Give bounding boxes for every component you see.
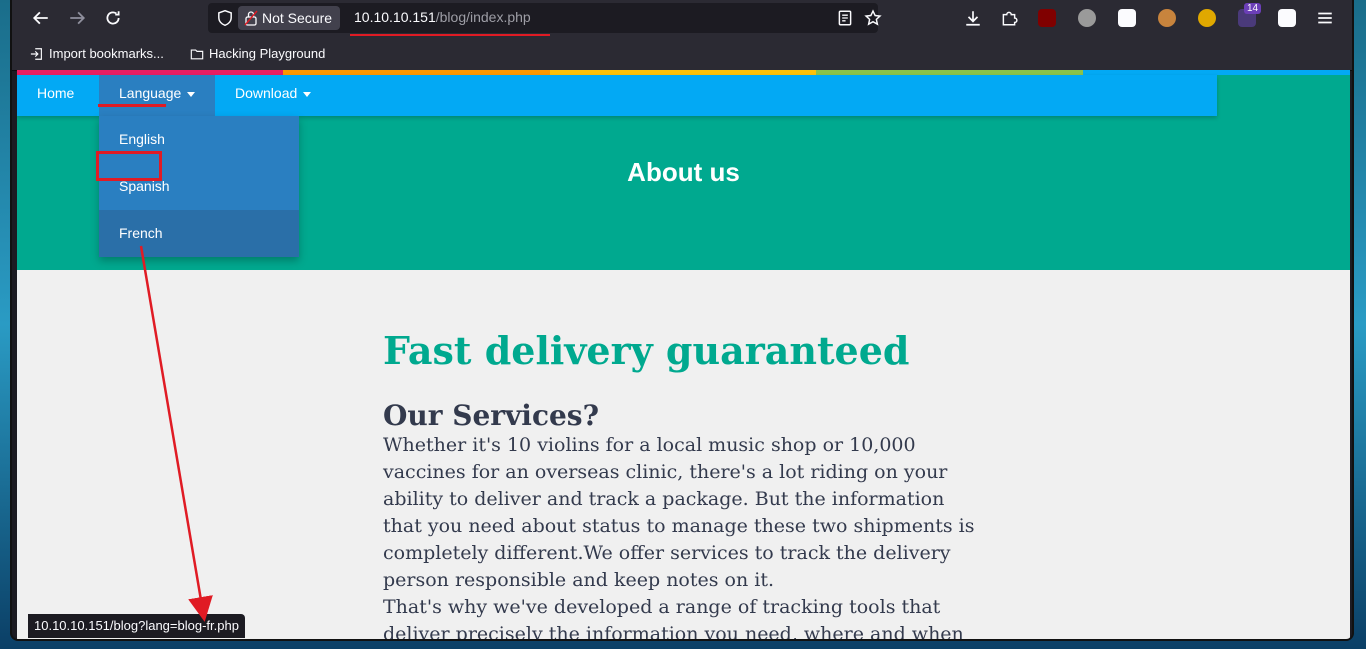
annotation-language-underline (98, 104, 166, 107)
url-text[interactable]: 10.10.10.151/blog/index.php (354, 9, 531, 25)
nav-language-label: Language (119, 85, 182, 101)
bookmark-star-icon[interactable] (864, 9, 882, 27)
cookie-editor-icon[interactable] (1198, 9, 1216, 27)
nav-download[interactable]: Download (215, 75, 331, 116)
reload-icon (106, 11, 120, 25)
browser-toolbar: Not Secure 10.10.10.151/blog/index.php 1… (12, 0, 1352, 36)
browser-window: Not Secure 10.10.10.151/blog/index.php 1… (12, 0, 1352, 639)
section-heading: Our Services? (383, 399, 599, 432)
ublock-icon[interactable] (1038, 9, 1056, 27)
cookie-icon[interactable] (1158, 9, 1176, 27)
nav-home[interactable]: Home (17, 75, 94, 116)
web-page: About us Home Language Download English … (17, 70, 1350, 639)
qr-code-icon[interactable] (1118, 9, 1136, 27)
bookmarks-toolbar: Import bookmarks... Hacking Playground (12, 36, 1352, 71)
downloads-button[interactable] (960, 6, 986, 30)
import-icon (30, 47, 42, 60)
arrow-left-icon (32, 11, 48, 25)
folder-icon (190, 48, 204, 59)
reload-button[interactable] (100, 6, 126, 30)
url-host: 10.10.10.151 (354, 9, 436, 25)
download-icon (966, 11, 980, 26)
main-content: Fast delivery guaranteed Our Services? W… (383, 328, 983, 639)
bookmark-folder-label: Hacking Playground (209, 46, 326, 61)
hamburger-menu-icon (1318, 12, 1332, 24)
language-dropdown: English Spanish French (99, 116, 299, 257)
tracking-paragraph: That's why we've developed a range of tr… (383, 596, 964, 639)
container-extension-icon[interactable] (1278, 9, 1296, 27)
nav-download-label: Download (235, 85, 298, 101)
link-status-bar: 10.10.10.151/blog?lang=blog-fr.php (28, 614, 245, 638)
page-heading: Fast delivery guaranteed (383, 328, 910, 373)
forward-button[interactable] (64, 6, 90, 30)
not-secure-badge[interactable]: Not Secure (238, 6, 341, 30)
app-menu-button[interactable] (1312, 6, 1338, 30)
caret-down-icon (187, 91, 196, 97)
arrow-right-icon (70, 11, 86, 25)
puzzle-icon (1002, 11, 1018, 26)
back-button[interactable] (28, 6, 54, 30)
security-label: Not Secure (262, 10, 333, 26)
url-path: /blog/index.php (435, 9, 531, 25)
extension-badge-count: 14 (1244, 3, 1262, 14)
address-bar[interactable]: Not Secure 10.10.10.151/blog/index.php (208, 3, 882, 33)
owl-extension-icon[interactable] (1078, 9, 1096, 27)
bookmark-folder-hacking[interactable]: Hacking Playground (190, 46, 325, 61)
bookmark-import-label: Import bookmarks... (49, 46, 164, 61)
shield-icon[interactable] (216, 9, 234, 27)
services-paragraph: Whether it's 10 violins for a local musi… (383, 434, 975, 591)
caret-down-icon (303, 91, 312, 97)
lock-insecure-icon (244, 10, 258, 26)
dropdown-item-french[interactable]: French (99, 210, 299, 257)
nav-language[interactable]: Language (99, 75, 216, 116)
site-navbar: Home Language Download (17, 75, 1217, 116)
bookmark-import[interactable]: Import bookmarks... (30, 46, 164, 61)
extensions-button[interactable] (996, 6, 1022, 30)
annotation-french-box (96, 151, 162, 181)
reader-view-icon[interactable] (836, 9, 854, 27)
